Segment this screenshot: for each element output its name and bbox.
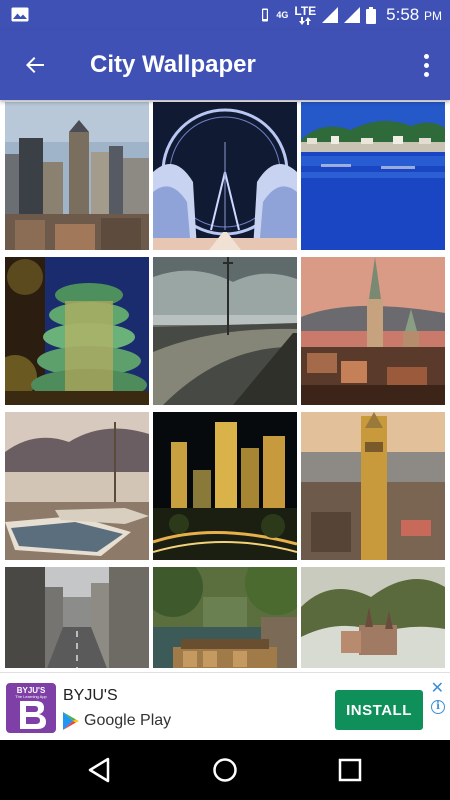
network-type: 4G xyxy=(276,9,289,20)
more-options-button[interactable] xyxy=(416,48,436,82)
ad-banner[interactable]: BYJU'S The Learning App BYJU'S Google Pl… xyxy=(0,672,450,741)
wallpaper-thumbnail[interactable] xyxy=(153,567,297,668)
status-indicators: 4G LTE 5:58 PM xyxy=(260,0,442,30)
zurich-church-spires-image xyxy=(301,257,445,405)
byjus-logo: BYJU'S The Learning App xyxy=(6,683,56,733)
nav-home-icon[interactable] xyxy=(211,756,239,784)
ad-app-name: BYJU'S xyxy=(63,687,118,704)
more-vert-icon xyxy=(423,53,429,59)
more-vert-dot xyxy=(423,62,429,68)
wallpaper-thumbnail[interactable] xyxy=(5,412,149,560)
wallpaper-thumbnail[interactable] xyxy=(5,567,149,668)
harbor-reflection-image xyxy=(301,102,445,250)
byjus-b-icon xyxy=(20,701,46,729)
ad-store-label: Google Play xyxy=(84,712,172,729)
battery-icon xyxy=(366,6,377,24)
wallpaper-thumbnail[interactable] xyxy=(153,102,297,250)
new-york-skyline-image xyxy=(5,102,149,250)
lte-label: LTE xyxy=(294,4,317,18)
install-button[interactable]: INSTALL xyxy=(335,690,423,730)
spiral-tower-night-image xyxy=(5,257,149,405)
close-icon[interactable]: ✕ xyxy=(431,681,444,697)
ad-store-badge: Google Play xyxy=(63,710,171,732)
app-bar: City Wallpaper xyxy=(0,30,450,100)
wallpaper-thumbnail[interactable] xyxy=(301,257,445,405)
data-arrows-icon xyxy=(299,17,312,25)
page-title: City Wallpaper xyxy=(90,51,256,78)
navigation-bar xyxy=(0,740,450,800)
back-button[interactable] xyxy=(14,44,56,86)
wallpaper-thumbnail[interactable] xyxy=(153,257,297,405)
wallpaper-thumbnail[interactable] xyxy=(153,412,297,560)
info-icon[interactable]: i xyxy=(431,700,445,714)
munich-town-hall-image xyxy=(301,412,445,560)
clock-time: 5:58 xyxy=(386,5,420,24)
canal-boats-image xyxy=(153,567,297,668)
wallpaper-thumbnail[interactable] xyxy=(301,102,445,250)
wallpaper-grid xyxy=(0,100,450,668)
nav-recents-icon[interactable] xyxy=(337,757,363,783)
vibrate-icon xyxy=(262,8,269,22)
gallery-icon xyxy=(11,7,29,22)
lte-indicator: LTE xyxy=(294,5,316,25)
arrow-back-icon xyxy=(26,57,44,73)
nav-back-icon[interactable] xyxy=(86,756,114,784)
wallpaper-thumbnail[interactable] xyxy=(301,567,445,668)
los-angeles-night-image xyxy=(153,412,297,560)
signal-icon xyxy=(322,7,339,23)
city-street-avenue-image xyxy=(5,567,149,668)
misty-castle-hill-image xyxy=(301,567,445,668)
wallpaper-thumbnail[interactable] xyxy=(5,257,149,405)
clock-ampm: PM xyxy=(424,9,442,23)
status-bar: 4G LTE 5:58 PM xyxy=(0,0,450,30)
lake-rowboats-image xyxy=(5,412,149,560)
wallpaper-thumbnail[interactable] xyxy=(5,102,149,250)
seaside-promenade-image xyxy=(153,257,297,405)
more-vert-dot xyxy=(423,71,429,77)
london-eye-night-image xyxy=(153,102,297,250)
wallpaper-thumbnail[interactable] xyxy=(301,412,445,560)
google-play-icon xyxy=(63,712,79,730)
clock: 5:58 PM xyxy=(386,5,442,25)
signal-icon xyxy=(344,7,361,23)
